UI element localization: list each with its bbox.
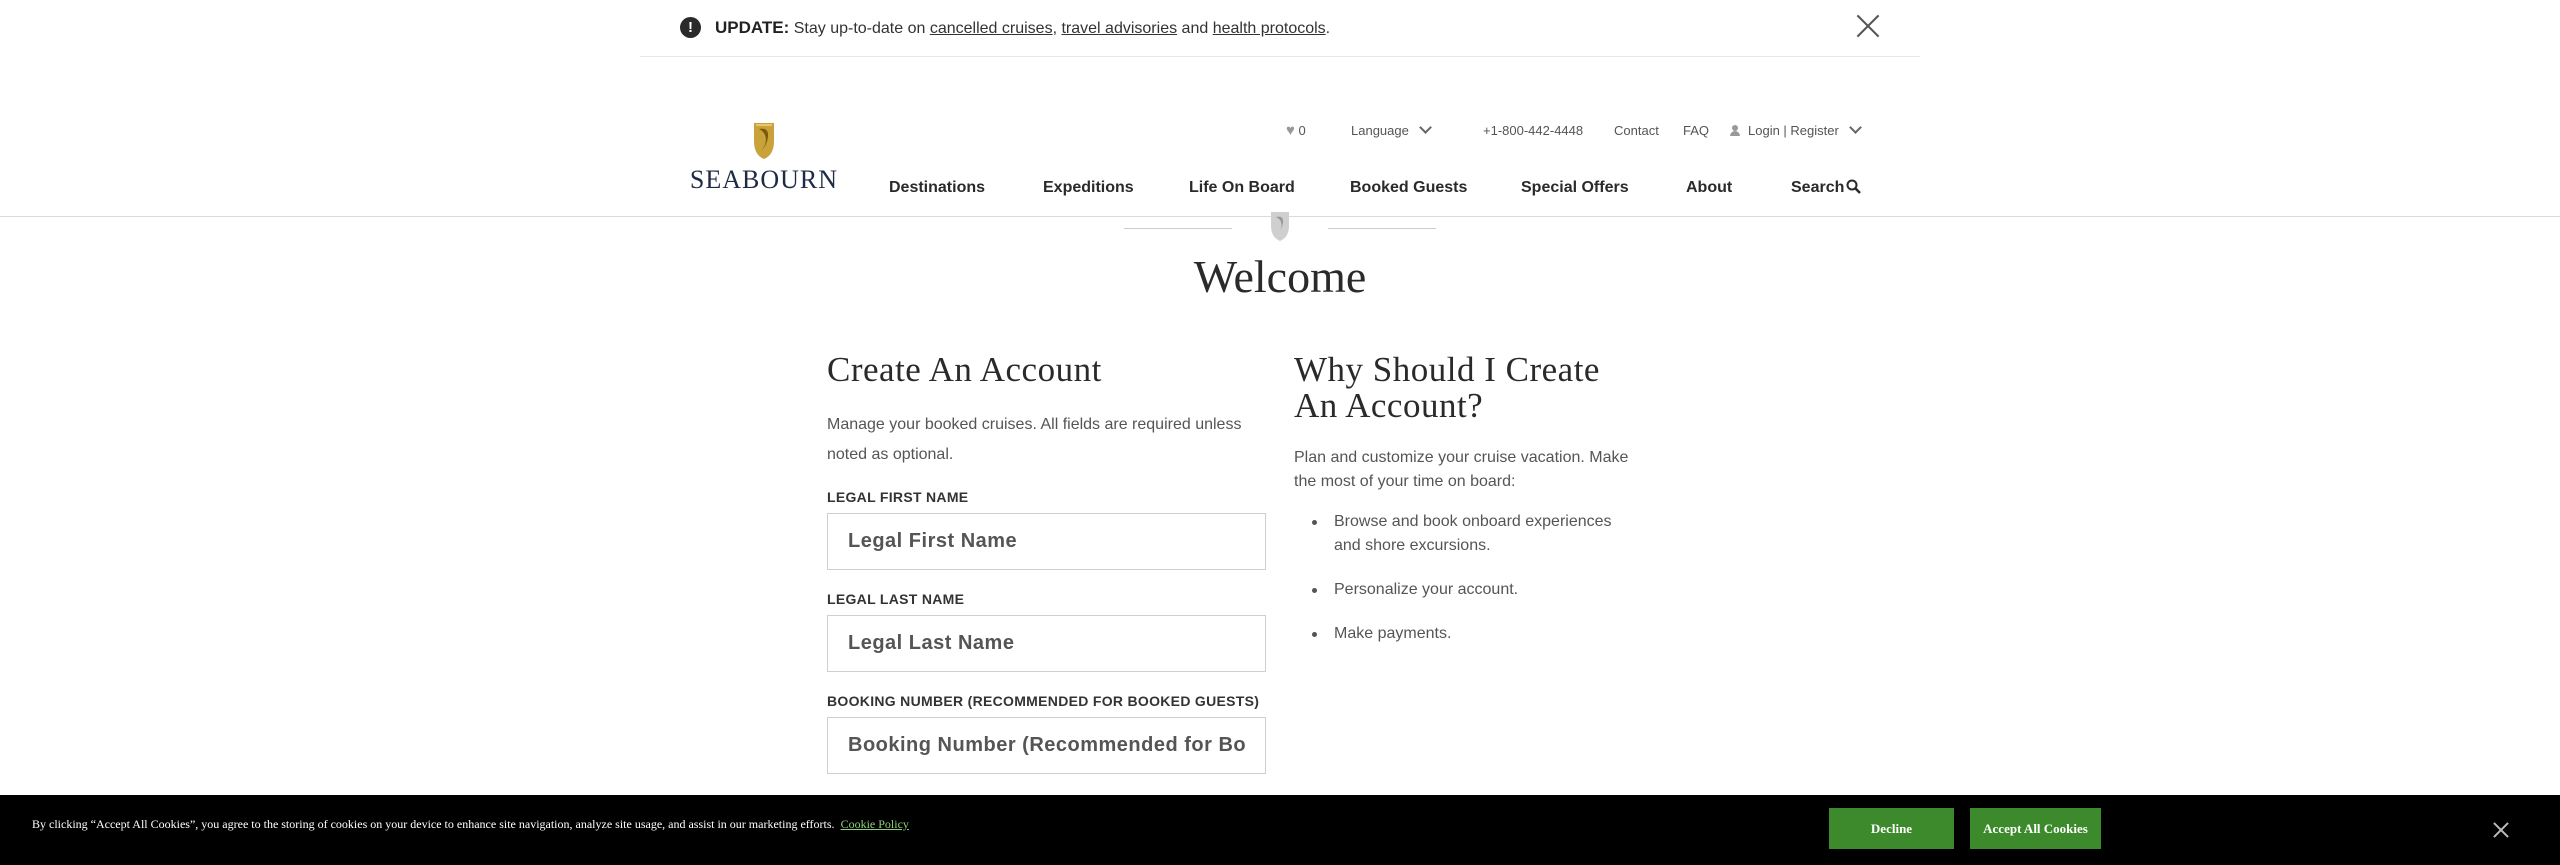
nav-search[interactable]: Search xyxy=(1791,178,1862,198)
nav-expeditions[interactable]: Expeditions xyxy=(1043,178,1134,198)
language-dropdown[interactable]: Language xyxy=(1351,121,1432,139)
list-item: Make payments. xyxy=(1294,622,1634,646)
list-item: Browse and book onboard experiences and … xyxy=(1294,510,1634,558)
nav-life-on-board[interactable]: Life On Board xyxy=(1189,178,1295,198)
favorites-count: 0 xyxy=(1298,123,1306,138)
close-banner-icon[interactable] xyxy=(1856,14,1880,38)
nav-booked-guests[interactable]: Booked Guests xyxy=(1350,178,1467,198)
login-register-dropdown[interactable]: Login | Register xyxy=(1730,121,1862,139)
benefits-list: Browse and book onboard experiences and … xyxy=(1294,510,1634,666)
last-name-label: LEGAL LAST NAME xyxy=(827,591,965,607)
nav-about[interactable]: About xyxy=(1686,178,1732,198)
cookie-text: By clicking “Accept All Cookies”, you ag… xyxy=(32,817,835,831)
travel-advisories-link[interactable]: travel advisories xyxy=(1061,20,1177,37)
why-intro-text: Plan and customize your cruise vacation.… xyxy=(1294,449,1629,490)
update-separator: , xyxy=(1052,20,1058,37)
seahorse-ornament-icon xyxy=(1271,212,1289,241)
user-icon xyxy=(1730,125,1740,136)
favorites-link[interactable]: ♥ 0 xyxy=(1286,123,1306,139)
close-cookie-icon[interactable] xyxy=(2493,822,2509,838)
logo-wordmark: SEABOURN xyxy=(689,165,839,194)
nav-special-offers[interactable]: Special Offers xyxy=(1521,178,1629,198)
chevron-down-icon xyxy=(1418,121,1432,134)
form-intro-text: Manage your booked cruises. All fields a… xyxy=(827,416,1242,463)
booking-number-input[interactable] xyxy=(827,717,1266,774)
update-period: . xyxy=(1325,20,1331,37)
search-icon xyxy=(1846,179,1862,194)
language-label: Language xyxy=(1351,123,1409,138)
contact-link[interactable]: Contact xyxy=(1614,123,1659,139)
exclamation-circle-icon: ! xyxy=(680,17,701,38)
divider-line xyxy=(1124,228,1232,229)
welcome-ornament xyxy=(1124,210,1436,246)
list-item: Personalize your account. xyxy=(1294,578,1634,602)
first-name-label: LEGAL FIRST NAME xyxy=(827,489,969,505)
first-name-input[interactable] xyxy=(827,513,1266,570)
site-header: SEABOURN ♥ 0 Language +1-800-442-4448 Co… xyxy=(0,57,2560,217)
booking-number-label: BOOKING NUMBER (RECOMMENDED FOR BOOKED G… xyxy=(827,693,1260,709)
update-message: UPDATE: Stay up-to-date on cancelled cru… xyxy=(715,17,1330,39)
accept-all-cookies-button[interactable]: Accept All Cookies xyxy=(1970,808,2101,849)
cookie-notice: By clicking “Accept All Cookies”, you ag… xyxy=(32,817,909,832)
update-label: UPDATE: xyxy=(715,18,790,37)
page-title: Welcome xyxy=(1193,251,1367,302)
phone-link[interactable]: +1-800-442-4448 xyxy=(1483,123,1583,139)
why-create-account-heading: Why Should I Create An Account? xyxy=(1294,350,1600,425)
seabourn-logo[interactable]: SEABOURN xyxy=(680,121,848,194)
create-account-heading: Create An Account xyxy=(827,350,1102,389)
cancelled-cruises-link[interactable]: cancelled cruises xyxy=(930,20,1053,37)
update-text: Stay up-to-date on xyxy=(793,20,926,37)
search-label: Search xyxy=(1791,179,1845,196)
last-name-input[interactable] xyxy=(827,615,1266,672)
decline-cookies-button[interactable]: Decline xyxy=(1829,808,1954,849)
health-protocols-link[interactable]: health protocols xyxy=(1213,20,1326,37)
login-label: Login | Register xyxy=(1748,123,1839,138)
seahorse-logo-icon xyxy=(754,123,774,159)
heart-icon: ♥ xyxy=(1286,122,1295,139)
chevron-down-icon xyxy=(1848,121,1862,134)
faq-link[interactable]: FAQ xyxy=(1683,123,1709,139)
divider-line xyxy=(1328,228,1436,229)
update-banner: ! UPDATE: Stay up-to-date on cancelled c… xyxy=(640,0,1920,57)
cookie-policy-link[interactable]: Cookie Policy xyxy=(841,817,909,831)
cookie-consent-bar: By clicking “Accept All Cookies”, you ag… xyxy=(0,795,2560,865)
nav-destinations[interactable]: Destinations xyxy=(889,178,985,198)
update-and-text: and xyxy=(1181,20,1209,37)
